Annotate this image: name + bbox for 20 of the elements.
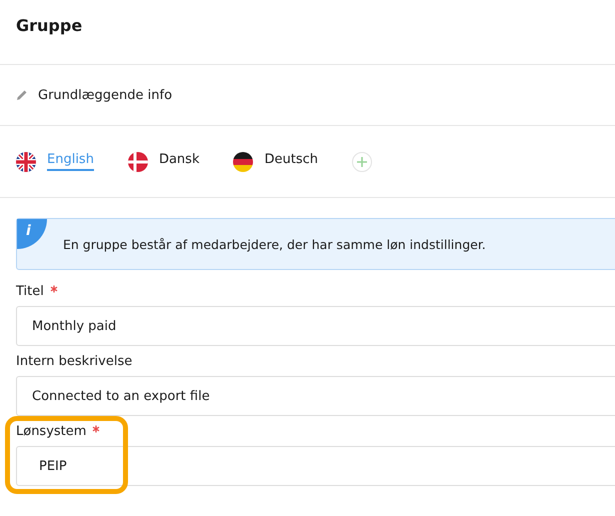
page-title: Gruppe: [16, 16, 82, 34]
flag-icon: [16, 152, 36, 172]
pencil-icon: [16, 89, 28, 101]
flag-icon: [128, 152, 148, 172]
info-icon: i: [17, 219, 47, 249]
section-title: Grundlæggende info: [38, 88, 172, 102]
text-field[interactable]: PEIP: [16, 446, 615, 486]
flag-icon: [233, 152, 254, 172]
text-field[interactable]: Monthly paid: [16, 306, 615, 346]
field-label: Lønsystem: [16, 424, 86, 439]
text-field[interactable]: Connected to an export file: [16, 376, 615, 416]
add-language-button[interactable]: [352, 152, 372, 172]
field-label: Intern beskrivelse: [16, 354, 132, 369]
required-icon: [50, 285, 58, 293]
field-label: Titel: [16, 284, 44, 299]
required-icon: [92, 425, 100, 433]
plus-icon: [356, 156, 368, 168]
info-text: En gruppe består af medarbejdere, der har samme løn indstillinger.: [63, 236, 486, 252]
language-tab[interactable]: Dansk: [158, 152, 200, 171]
language-tab[interactable]: Deutsch: [264, 152, 318, 171]
